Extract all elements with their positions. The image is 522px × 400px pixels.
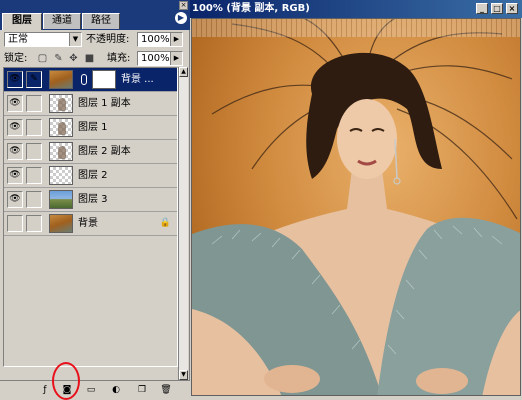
layer-mask-thumbnail[interactable] bbox=[92, 70, 116, 89]
eye-icon[interactable]: 👁 bbox=[7, 119, 23, 136]
layer-name: 图层 2 bbox=[78, 170, 108, 181]
chevron-right-icon: ▶ bbox=[170, 33, 182, 46]
opacity-value: 100% bbox=[141, 34, 170, 45]
eye-icon[interactable]: 👁 bbox=[7, 71, 23, 88]
link-cell[interactable] bbox=[26, 95, 42, 112]
link-cell[interactable] bbox=[26, 119, 42, 136]
document-window: 100% (背景 副本, RGB) _ □ × bbox=[190, 0, 522, 400]
layer-thumbnail bbox=[49, 118, 73, 137]
layer-thumbnail bbox=[49, 70, 73, 89]
close-icon[interactable]: × bbox=[179, 1, 188, 10]
palette-bottom-toolbar: ƒ ◙ ▭ ◐ ❐ 🗑 bbox=[0, 380, 190, 400]
image-canvas[interactable] bbox=[191, 18, 521, 396]
brush-icon[interactable]: ✎ bbox=[26, 71, 42, 88]
scroll-up-icon[interactable]: ▲ bbox=[179, 67, 188, 77]
link-cell[interactable] bbox=[26, 167, 42, 184]
add-mask-icon[interactable]: ◙ bbox=[60, 384, 74, 397]
layer-row[interactable]: 👁 图层 2 副本 bbox=[4, 140, 177, 164]
close-icon[interactable]: × bbox=[506, 3, 518, 14]
face bbox=[337, 99, 397, 179]
blend-mode-value: 正常 bbox=[8, 34, 28, 45]
canvas-top-edge bbox=[192, 19, 520, 37]
lock-icon: 🔒 bbox=[159, 218, 171, 228]
layer-row[interactable]: 👁 ✎ 背景 ... bbox=[4, 68, 177, 92]
new-layer-icon[interactable]: ❐ bbox=[135, 384, 149, 397]
lock-paint-icon[interactable]: ✎ bbox=[53, 53, 64, 64]
eye-icon[interactable]: 👁 bbox=[7, 95, 23, 112]
lock-label: 锁定: bbox=[4, 53, 28, 64]
chevron-right-icon: ▶ bbox=[170, 52, 182, 65]
hand-left bbox=[264, 365, 320, 393]
tab-layers[interactable]: 图层 bbox=[2, 13, 42, 30]
adjustment-layer-icon[interactable]: ◐ bbox=[109, 384, 123, 397]
layer-thumbnail bbox=[49, 142, 73, 161]
link-cell[interactable] bbox=[26, 191, 42, 208]
lock-all-icon[interactable]: ■ bbox=[84, 53, 95, 64]
new-group-icon[interactable]: ▭ bbox=[84, 384, 98, 397]
fill-field[interactable]: 100% ▶ bbox=[137, 51, 183, 66]
layers-list: 👁 ✎ 背景 ... 👁 图层 1 副本 👁 图层 1 👁 图层 2 副本 � bbox=[3, 67, 178, 367]
opacity-label: 不透明度: bbox=[86, 34, 130, 45]
palette-menu-icon[interactable]: ▶ bbox=[175, 12, 187, 24]
layers-scrollbar[interactable]: ▲ ▼ bbox=[178, 67, 188, 380]
layer-name: 背景 bbox=[78, 218, 98, 229]
scroll-down-icon[interactable]: ▼ bbox=[179, 370, 188, 380]
portrait-photo bbox=[192, 19, 520, 395]
fill-label: 填充: bbox=[107, 53, 131, 64]
minimize-icon[interactable]: _ bbox=[476, 3, 488, 14]
layer-style-icon[interactable]: ƒ bbox=[38, 384, 52, 397]
layer-row[interactable]: 👁 图层 3 bbox=[4, 188, 177, 212]
hand-right bbox=[416, 368, 468, 394]
tab-paths[interactable]: 路径 bbox=[82, 13, 120, 29]
opacity-field[interactable]: 100% ▶ bbox=[137, 32, 183, 47]
layer-name: 图层 2 副本 bbox=[78, 146, 131, 157]
fill-value: 100% bbox=[141, 53, 170, 64]
layer-row[interactable]: 背景 🔒 bbox=[4, 212, 177, 236]
eye-icon[interactable]: 👁 bbox=[7, 143, 23, 160]
layer-thumbnail bbox=[49, 214, 73, 233]
eye-icon[interactable]: 👁 bbox=[7, 167, 23, 184]
delete-layer-icon[interactable]: 🗑 bbox=[159, 384, 173, 397]
maximize-icon[interactable]: □ bbox=[491, 3, 503, 14]
layer-name: 图层 1 bbox=[78, 122, 108, 133]
document-titlebar[interactable]: 100% (背景 副本, RGB) _ □ × bbox=[190, 0, 522, 18]
layer-thumbnail bbox=[49, 166, 73, 185]
layer-row[interactable]: 👁 图层 1 bbox=[4, 116, 177, 140]
blend-mode-select[interactable]: 正常 ▼ bbox=[4, 32, 82, 47]
tab-channels[interactable]: 通道 bbox=[43, 13, 81, 29]
lock-move-icon[interactable]: ✥ bbox=[68, 53, 79, 64]
document-title: 100% (背景 副本, RGB) bbox=[192, 3, 310, 14]
eye-cell-hidden[interactable] bbox=[7, 215, 23, 232]
palette-tabbar: 图层 通道 路径 × ▶ bbox=[0, 0, 190, 30]
layer-name: 图层 1 副本 bbox=[78, 98, 131, 109]
layer-row[interactable]: 👁 图层 1 副本 bbox=[4, 92, 177, 116]
layer-name: 背景 ... bbox=[121, 74, 154, 85]
link-cell[interactable] bbox=[26, 143, 42, 160]
lock-transparency-icon[interactable]: ▢ bbox=[37, 53, 48, 64]
layer-thumbnail bbox=[49, 94, 73, 113]
link-icon[interactable] bbox=[81, 74, 87, 85]
layer-name: 图层 3 bbox=[78, 194, 108, 205]
link-cell[interactable] bbox=[26, 215, 42, 232]
layer-thumbnail bbox=[49, 190, 73, 209]
layer-row[interactable]: 👁 图层 2 bbox=[4, 164, 177, 188]
eye-icon[interactable]: 👁 bbox=[7, 191, 23, 208]
chevron-down-icon: ▼ bbox=[69, 33, 81, 46]
layers-palette: 图层 通道 路径 × ▶ 正常 ▼ 不透明度: 100% ▶ 锁定: ▢ ✎ ✥… bbox=[0, 0, 190, 400]
earring bbox=[394, 138, 398, 180]
